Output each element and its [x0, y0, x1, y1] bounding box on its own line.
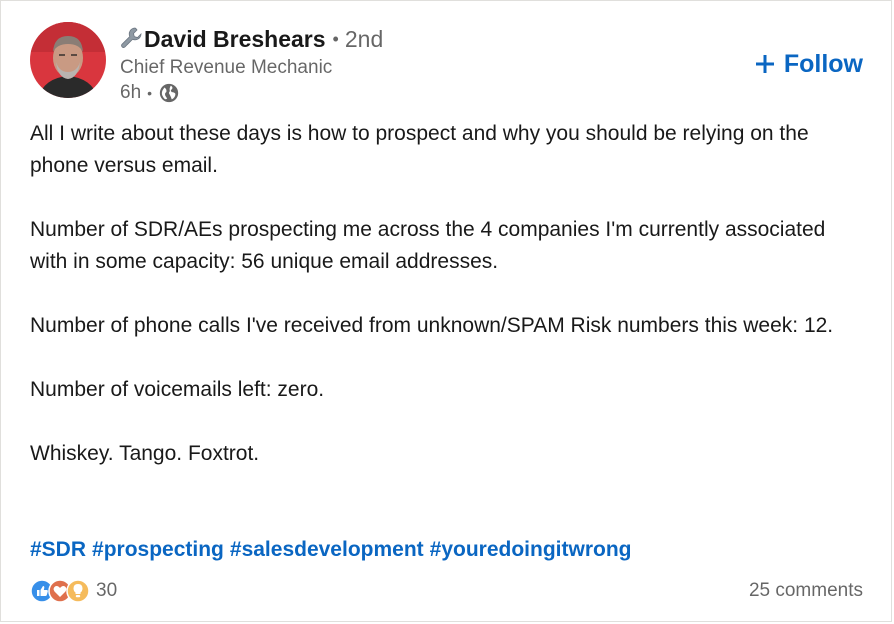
post-paragraph: Number of SDR/AEs prospecting me across …: [30, 218, 826, 273]
insightful-icon: [66, 579, 90, 603]
author-line: David Breshears • 2nd: [119, 25, 383, 53]
hashtag-link[interactable]: #youredoingitwrong: [430, 538, 632, 561]
reactions-summary[interactable]: 30: [30, 579, 117, 603]
post-body: All I write about these days is how to p…: [30, 118, 850, 502]
wrench-icon: [119, 26, 143, 50]
follow-button[interactable]: Follow: [755, 48, 863, 80]
post-paragraph: All I write about these days is how to p…: [30, 122, 809, 177]
author-headline: Chief Revenue Mechanic: [120, 57, 333, 78]
plus-icon: [755, 55, 774, 73]
hashtag-link[interactable]: #prospecting: [92, 538, 224, 561]
hashtag-link[interactable]: #salesdevelopment: [230, 538, 424, 561]
comments-count[interactable]: 25 comments: [749, 580, 863, 602]
connection-degree: 2nd: [344, 26, 384, 52]
hashtag-list: #SDR #prospecting #salesdevelopment #youred…: [30, 534, 637, 566]
social-counts: 30 25 comments: [30, 579, 863, 603]
post-meta: 6h •: [120, 81, 180, 105]
separator-dot: •: [332, 29, 339, 49]
separator-dot: •: [147, 85, 153, 101]
post-paragraph: Number of voicemails left: zero.: [30, 378, 325, 401]
post-card: David Breshears • 2nd Chief Revenue Mechan…: [0, 0, 892, 622]
reaction-count: 30: [96, 580, 118, 601]
post-paragraph: Number of phone calls I've received from…: [30, 314, 834, 337]
follow-label: Follow: [783, 50, 863, 78]
post-time: 6h: [120, 82, 142, 103]
author-name[interactable]: David Breshears: [144, 26, 326, 52]
hashtag-link[interactable]: #SDR: [30, 538, 86, 561]
post-paragraph: Whiskey. Tango. Foxtrot.: [30, 442, 260, 465]
globe-icon: [158, 82, 180, 104]
author-avatar[interactable]: [30, 22, 106, 98]
